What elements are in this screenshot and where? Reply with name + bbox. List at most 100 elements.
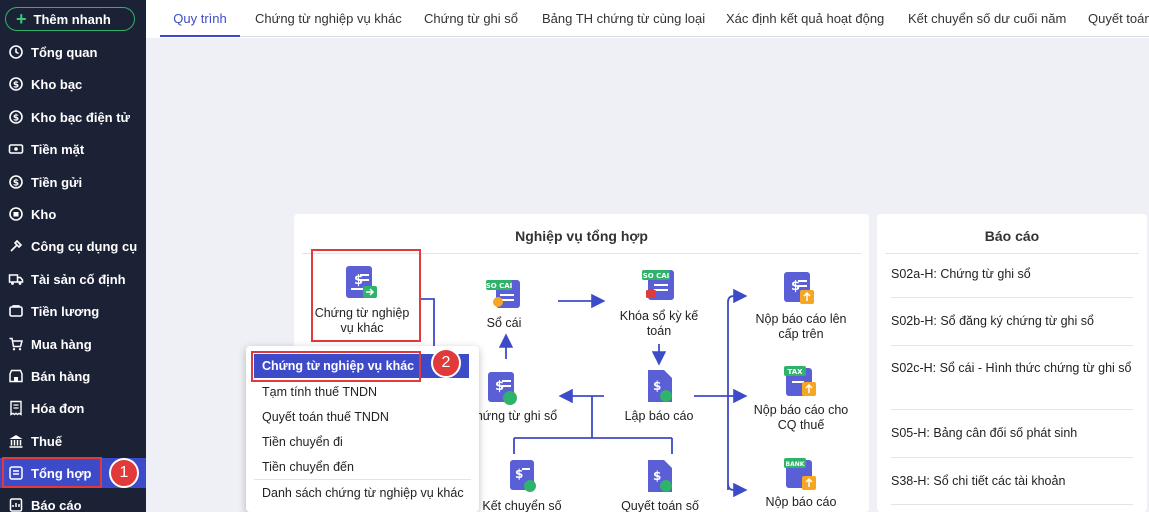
sidebar-item-tong-quan[interactable]: Tổng quan (0, 37, 146, 67)
sidebar-item-label: Tài sản cố định (31, 271, 126, 287)
ledger-voucher-icon: $ (488, 372, 517, 405)
cart-icon (7, 335, 25, 353)
menu-item-quyet-toan-thue[interactable]: Quyết toán thuế TNDN (262, 410, 389, 424)
svg-text:$: $ (13, 114, 19, 124)
sidebar-item-label: Hóa đơn (31, 400, 85, 416)
sidebar-item-label: Thuế (31, 433, 63, 449)
sidebar-item-label: Kho bạc điện tử (31, 109, 130, 125)
tab-bar: Quy trình Chứng từ nghiệp vụ khác Chứng … (160, 0, 1149, 37)
report-icon (7, 496, 25, 512)
sidebar-item-thue[interactable]: Thuế (0, 426, 146, 456)
sidebar-item-label: Công cụ dụng cụ (31, 238, 138, 254)
report-item-s38[interactable]: S38-H: Sổ chi tiết các tài khoản (891, 474, 1133, 489)
sidebar-item-kho-bac[interactable]: $ Kho bạc (0, 69, 146, 99)
sidebar-item-label: Tiền mặt (31, 141, 85, 157)
sidebar-item-tien-gui[interactable]: $ Tiền gửi (0, 167, 146, 197)
sidebar-item-mua-hang[interactable]: Mua hàng (0, 329, 146, 359)
node-nop-bao-cao-cap-tren[interactable]: Nộp báo cáo lên cấp trên (752, 312, 850, 342)
svg-text:BANK: BANK (786, 461, 805, 468)
node-so-cai[interactable]: Sổ cái (474, 316, 534, 331)
deposit-icon: $ (7, 173, 25, 191)
step-badge-1: 1 (109, 458, 139, 488)
plus-icon: + (16, 9, 27, 29)
invoice-icon (7, 399, 25, 417)
quick-add-button[interactable]: + Thêm nhanh (5, 7, 135, 31)
tab-quyet-toan[interactable]: Quyết toán (1088, 0, 1149, 37)
node-nop-bao-cao-cq-thue[interactable]: Nộp báo cáo cho CQ thuế (752, 403, 850, 433)
report-divider (891, 457, 1133, 458)
report-divider (891, 297, 1133, 298)
sidebar-item-label: Báo cáo (31, 497, 82, 512)
tax-report-icon: TAX (784, 366, 816, 396)
highlight-box-menu (251, 351, 421, 382)
tab-bang-th-chung-tu[interactable]: Bảng TH chứng từ cùng loại (542, 0, 705, 37)
menu-divider (254, 479, 471, 480)
bank-icon (7, 432, 25, 450)
truck-icon (7, 270, 25, 288)
carry-forward-icon: $ (510, 460, 536, 492)
sidebar-item-label: Bán hàng (31, 368, 91, 384)
sidebar-item-label: Kho (31, 206, 57, 222)
sidebar-item-label: Mua hàng (31, 336, 92, 352)
panel-divider (885, 253, 1139, 254)
svg-text:TAX: TAX (787, 368, 803, 376)
dollar-circle-icon: $ (7, 75, 25, 93)
node-nop-bao-cao-kb[interactable]: Nộp báo cáo (752, 495, 850, 510)
sidebar-item-label: Tổng quan (31, 44, 98, 60)
report-item-s02a[interactable]: S02a-H: Chứng từ ghi sổ (891, 267, 1133, 282)
tab-ket-chuyen-so-du[interactable]: Kết chuyển số dư cuối năm (908, 0, 1066, 37)
menu-item-tien-chuyen-den[interactable]: Tiền chuyển đến (262, 460, 354, 474)
menu-item-tam-tinh-thue[interactable]: Tạm tính thuế TNDN (262, 385, 377, 399)
svg-text:SO CAI: SO CAI (486, 282, 512, 290)
sidebar-item-kho-bac-dien-tu[interactable]: $ Kho bạc điện tử (0, 102, 146, 132)
ledger-lock-icon: SO CAI (642, 270, 674, 300)
report-item-s02b[interactable]: S02b-H: Sổ đăng ký chứng từ ghi sổ (891, 314, 1133, 329)
sidebar-item-label: Tiền lương (31, 303, 100, 319)
submit-report-icon: $ (784, 272, 814, 304)
report-divider (891, 345, 1133, 346)
report-divider (891, 504, 1133, 505)
ledger-icon: SO CAI (486, 280, 520, 308)
step-badge-2: 2 (431, 348, 461, 378)
sidebar-item-tai-san[interactable]: Tài sản cố định (0, 264, 146, 294)
cash-icon (7, 140, 25, 158)
warehouse-icon (7, 205, 25, 223)
svg-text:$: $ (13, 81, 19, 91)
svg-text:$: $ (653, 379, 661, 393)
tab-xac-dinh-ket-qua[interactable]: Xác định kết quả hoạt động (726, 0, 884, 37)
reports-panel-title: Báo cáo (984, 228, 1040, 244)
node-quyet-toan-so[interactable]: Quyết toán số (612, 499, 708, 512)
tab-quy-trinh[interactable]: Quy trình (160, 0, 240, 37)
quick-add-label: Thêm nhanh (33, 11, 111, 27)
sidebar-item-bao-cao[interactable]: Báo cáo (0, 490, 146, 512)
report-item-s05[interactable]: S05-H: Bảng cân đối số phát sinh (891, 426, 1133, 441)
svg-text:$: $ (653, 469, 661, 483)
store-icon (7, 367, 25, 385)
sidebar-item-label: Kho bạc (31, 76, 83, 92)
sidebar-item-hoa-don[interactable]: Hóa đơn (0, 393, 146, 423)
sidebar: + Thêm nhanh Tổng quan $ Kho bạc $ Kho b… (0, 0, 146, 512)
reports-panel: Báo cáo S02a-H: Chứng từ ghi sổ S02b-H: … (877, 214, 1147, 512)
menu-item-danh-sach[interactable]: Danh sách chứng từ nghiệp vụ khác (262, 486, 464, 500)
menu-item-tien-chuyen-di[interactable]: Tiền chuyển đi (262, 435, 343, 449)
node-lap-bao-cao[interactable]: Lập báo cáo (616, 409, 702, 424)
bank-report-icon: BANK (784, 458, 816, 490)
tab-chung-tu-nghiep-vu-khac[interactable]: Chứng từ nghiệp vụ khác (255, 0, 402, 37)
sidebar-item-tien-luong[interactable]: Tiền lương (0, 296, 146, 326)
svg-text:$: $ (13, 179, 19, 189)
sidebar-item-ban-hang[interactable]: Bán hàng (0, 361, 146, 391)
report-item-s02c[interactable]: S02c-H: Sổ cái - Hình thức chứng từ ghi … (891, 361, 1133, 376)
tools-icon (7, 237, 25, 255)
node-khoa-so[interactable]: Khóa sổ kỳ kế toán (616, 309, 702, 339)
create-report-icon: $ (648, 370, 672, 402)
sidebar-item-label: Tiền gửi (31, 174, 83, 190)
clock-icon (7, 43, 25, 61)
sidebar-item-kho[interactable]: Kho (0, 199, 146, 229)
sidebar-item-cong-cu[interactable]: Công cụ dụng cụ (0, 231, 146, 261)
sidebar-item-tien-mat[interactable]: Tiền mặt (0, 134, 146, 164)
highlight-box-sidebar (2, 457, 102, 488)
tab-chung-tu-ghi-so[interactable]: Chứng từ ghi sổ (424, 0, 518, 37)
node-ket-chuyen-so[interactable]: Kết chuyển số (474, 499, 570, 512)
report-divider (891, 409, 1133, 410)
svg-text:SO CAI: SO CAI (643, 272, 670, 280)
